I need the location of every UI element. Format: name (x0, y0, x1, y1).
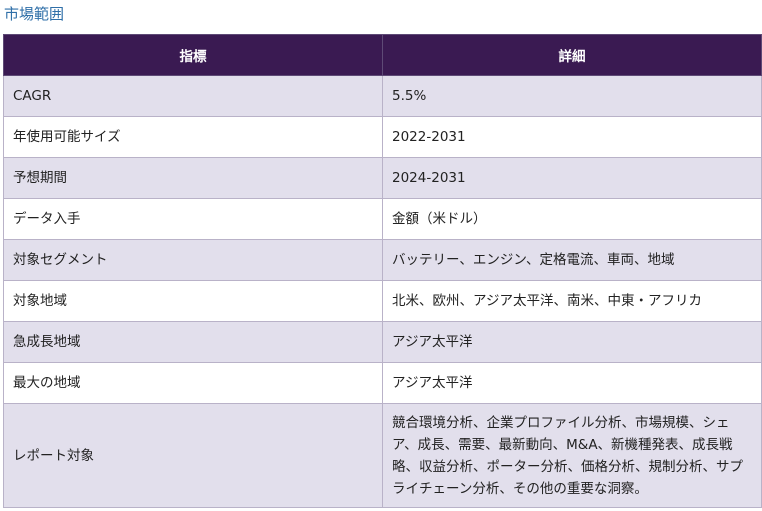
detail-cell: アジア太平洋 (382, 362, 762, 404)
table-row: 対象地域 北米、欧州、アジア太平洋、南米、中東・アフリカ (3, 280, 762, 322)
detail-cell: 金額（米ドル） (382, 198, 762, 240)
metric-cell: 対象セグメント (3, 239, 383, 281)
detail-cell: バッテリー、エンジン、定格電流、車両、地域 (382, 239, 762, 281)
metric-cell: 急成長地域 (3, 321, 383, 363)
table-row: CAGR 5.5% (3, 75, 762, 117)
metric-cell: 年使用可能サイズ (3, 116, 383, 158)
metric-cell: CAGR (3, 75, 383, 117)
table-row: 急成長地域 アジア太平洋 (3, 321, 762, 363)
table-row: レポート対象 競合環境分析、企業プロファイル分析、市場規模、シェア、成長、需要、… (3, 403, 762, 508)
detail-cell: 2022-2031 (382, 116, 762, 158)
market-scope-table: 指標 詳細 CAGR 5.5% 年使用可能サイズ 2022-2031 予想期間 … (3, 34, 762, 508)
column-header-metric: 指標 (3, 34, 383, 76)
metric-cell: 対象地域 (3, 280, 383, 322)
table-row: 対象セグメント バッテリー、エンジン、定格電流、車両、地域 (3, 239, 762, 281)
column-header-detail: 詳細 (382, 34, 762, 76)
table-row: データ入手 金額（米ドル） (3, 198, 762, 240)
page-title: 市場範囲 (4, 5, 65, 23)
table-row: 最大の地域 アジア太平洋 (3, 362, 762, 404)
table-header-row: 指標 詳細 (3, 34, 762, 76)
metric-cell: 予想期間 (3, 157, 383, 199)
table-row: 予想期間 2024-2031 (3, 157, 762, 199)
detail-cell: 北米、欧州、アジア太平洋、南米、中東・アフリカ (382, 280, 762, 322)
metric-cell: レポート対象 (3, 403, 383, 508)
detail-cell: 2024-2031 (382, 157, 762, 199)
detail-cell: 5.5% (382, 75, 762, 117)
metric-cell: 最大の地域 (3, 362, 383, 404)
detail-cell: 競合環境分析、企業プロファイル分析、市場規模、シェア、成長、需要、最新動向、M&… (382, 403, 762, 508)
metric-cell: データ入手 (3, 198, 383, 240)
table-row: 年使用可能サイズ 2022-2031 (3, 116, 762, 158)
detail-cell: アジア太平洋 (382, 321, 762, 363)
